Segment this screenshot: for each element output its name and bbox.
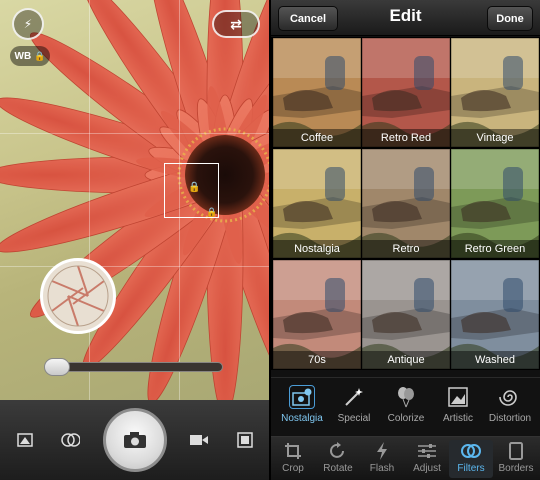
tab-adjust[interactable]: Adjust	[405, 440, 449, 474]
filter-label: Nostalgia	[273, 240, 361, 258]
flash-icon: ⚡	[23, 17, 33, 31]
tab-rotate[interactable]: Rotate	[316, 440, 360, 474]
tab-label: Crop	[282, 463, 304, 474]
exposure-lock-icon: 🔒	[206, 207, 218, 217]
tool-label: Special	[337, 413, 371, 424]
effect-category-bar: Nostalgia Special Colorize Artistic Dist…	[271, 377, 540, 435]
filter-thumbnail[interactable]: Retro Green	[451, 149, 539, 258]
edit-nav-bar: Cancel Edit Done	[271, 0, 540, 36]
filter-label: Washed	[451, 351, 539, 369]
tab-label: Rotate	[323, 463, 353, 474]
balloons-icon	[398, 387, 414, 408]
shutter-button[interactable]	[103, 408, 167, 472]
tab-borders[interactable]: Borders	[494, 440, 538, 474]
filter-label: Retro Red	[362, 129, 450, 147]
filter-label: Vintage	[451, 129, 539, 147]
tab-label: Flash	[369, 463, 395, 474]
grid-line	[0, 266, 269, 267]
swirl-icon	[499, 390, 517, 406]
filters-icon	[461, 444, 481, 458]
crop-icon	[285, 443, 301, 459]
edit-tab-bar: Crop Rotate Flash Adjust Filters Borders	[271, 436, 540, 480]
tool-artistic[interactable]: Artistic	[431, 384, 485, 424]
tool-nostalgia[interactable]: Nostalgia	[275, 384, 329, 424]
grid-line	[0, 133, 269, 134]
filter-label: 70s	[273, 351, 361, 369]
borders-icon	[509, 442, 523, 460]
rotate-icon	[330, 442, 344, 458]
filter-thumbnail[interactable]: Nostalgia	[273, 149, 361, 258]
tool-label: Distortion	[488, 413, 532, 424]
zoom-slider-handle[interactable]	[44, 358, 70, 376]
filter-thumbnail[interactable]: 70s	[273, 260, 361, 369]
filter-thumbnail[interactable]: Coffee	[273, 38, 361, 147]
tool-special[interactable]: Special	[327, 384, 381, 424]
tool-label: Colorize	[387, 413, 425, 424]
camera-icon	[124, 432, 146, 448]
gallery-icon[interactable]	[235, 430, 255, 450]
app-screen: ⚡ WB 🔒 ⇄ 🔒 🔒 Cancel Edit Done Coffee Ret…	[0, 0, 540, 480]
tab-filters[interactable]: Filters	[449, 440, 493, 478]
filter-grid: Coffee Retro Red Vintage Nostalgia Retro Retr…	[271, 37, 540, 370]
photo-plus-icon	[292, 388, 312, 406]
flash-icon	[377, 442, 387, 460]
filter-label: Retro Green	[451, 240, 539, 258]
filter-thumbnail[interactable]: Retro Red	[362, 38, 450, 147]
tab-label: Borders	[498, 463, 534, 474]
last-photo-thumbnail[interactable]	[40, 258, 116, 334]
picture-frame-icon	[448, 387, 468, 407]
aperture-icon	[47, 265, 109, 327]
tool-colorize[interactable]: Colorize	[379, 384, 433, 424]
tool-label: Artistic	[443, 413, 473, 424]
flip-camera-icon: ⇄	[230, 15, 242, 32]
white-balance-lock-button[interactable]: WB 🔒	[10, 46, 50, 66]
tool-distortion[interactable]: Distortion	[483, 384, 537, 424]
filter-thumbnail[interactable]: Vintage	[451, 38, 539, 147]
video-icon[interactable]	[189, 430, 209, 450]
tab-crop[interactable]: Crop	[271, 440, 315, 474]
lens-icon[interactable]	[60, 430, 80, 450]
tool-label: Nostalgia	[281, 413, 323, 424]
sliders-icon	[418, 444, 436, 458]
filter-label: Retro	[362, 240, 450, 258]
tab-label: Filters	[457, 463, 485, 474]
lock-icon: 🔒	[34, 50, 46, 61]
magic-wand-icon	[345, 388, 363, 406]
filter-thumbnail[interactable]: Washed	[451, 260, 539, 369]
filter-thumbnail[interactable]: Antique	[362, 260, 450, 369]
grid-line	[89, 0, 90, 400]
image-mode-icon[interactable]	[15, 430, 35, 450]
filter-thumbnail[interactable]: Retro	[362, 149, 450, 258]
done-button[interactable]: Done	[487, 6, 533, 31]
flip-camera-button[interactable]: ⇄	[212, 10, 260, 38]
filter-label: Coffee	[273, 129, 361, 147]
edit-panel: Cancel Edit Done Coffee Retro Red Vintage N…	[271, 0, 540, 480]
tab-label: Adjust	[413, 463, 441, 474]
flash-button[interactable]: ⚡	[12, 8, 44, 40]
filter-label: Antique	[362, 351, 450, 369]
tab-flash[interactable]: Flash	[360, 440, 404, 474]
zoom-slider[interactable]	[47, 362, 223, 372]
camera-panel: ⚡ WB 🔒 ⇄ 🔒 🔒	[0, 0, 269, 480]
focus-lock-icon: 🔒	[188, 182, 201, 193]
wb-label: WB	[14, 50, 32, 62]
